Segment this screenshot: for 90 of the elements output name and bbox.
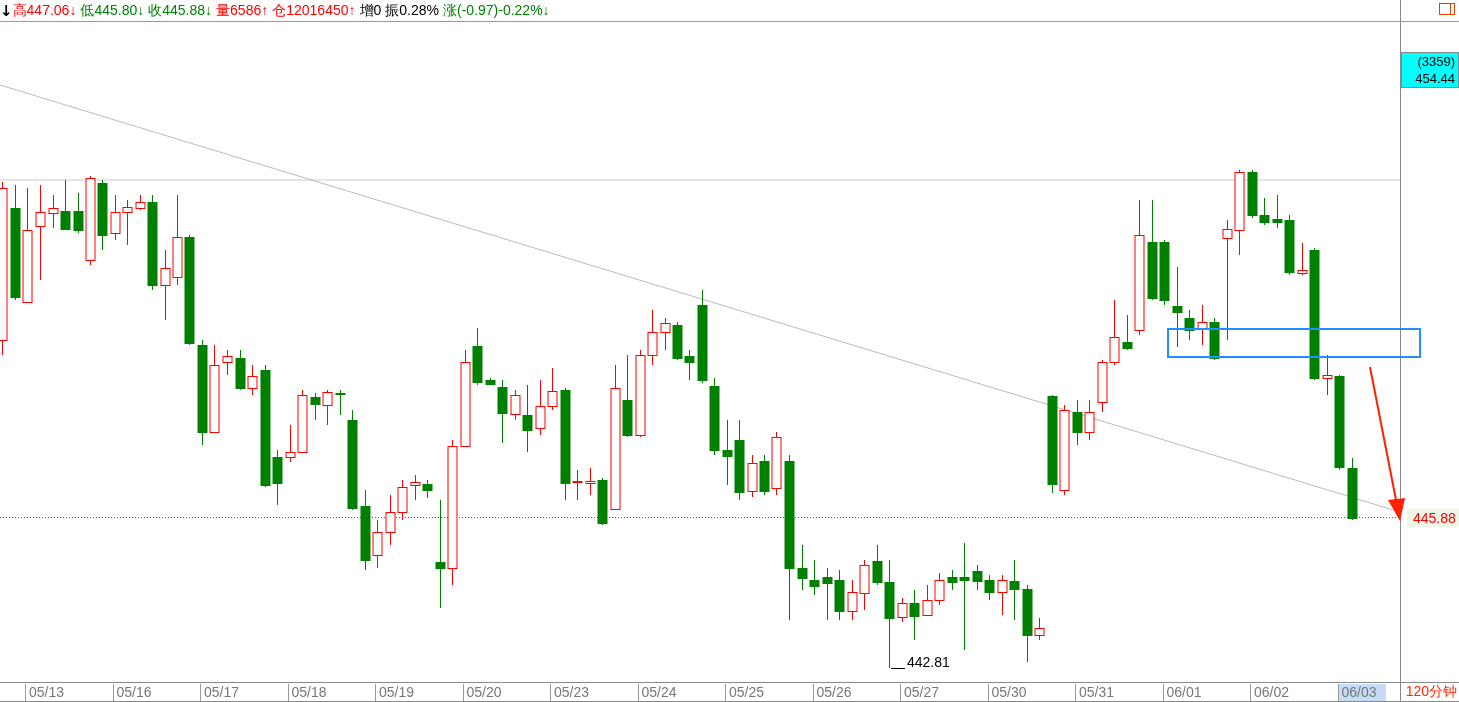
- date-label: 05/24: [637, 683, 677, 701]
- window-icon[interactable]: [1439, 3, 1455, 15]
- falling-candlestick: [597, 477, 608, 526]
- falling-candlestick: [722, 419, 733, 486]
- falling-candlestick: [909, 589, 920, 641]
- rising-candlestick: [1197, 304, 1208, 346]
- falling-candlestick: [97, 179, 108, 251]
- falling-candlestick: [759, 454, 770, 496]
- rising-candlestick: [934, 572, 945, 606]
- rising-candlestick: [859, 559, 870, 611]
- quote-value: 增0: [359, 1, 382, 20]
- rising-candlestick: [897, 597, 908, 623]
- rising-candlestick: [585, 467, 596, 496]
- falling-candlestick: [60, 179, 71, 231]
- date-label: 05/13: [25, 683, 65, 701]
- rising-candlestick: [385, 494, 396, 546]
- low-price-label: 442.81: [907, 654, 950, 670]
- rising-candlestick: [135, 194, 146, 211]
- falling-candlestick: [1009, 559, 1020, 621]
- cursor-value: (3359): [1416, 53, 1455, 70]
- rising-candlestick: [160, 249, 171, 321]
- quote-value: 高447.06↓: [12, 1, 77, 20]
- rising-candlestick: [922, 584, 933, 616]
- date-label: 05/18: [287, 683, 327, 701]
- rising-candlestick: [1297, 242, 1308, 276]
- rising-candlestick: [1097, 359, 1108, 413]
- falling-candlestick: [1122, 314, 1133, 351]
- falling-candlestick: [822, 567, 833, 621]
- rising-candlestick: [372, 519, 383, 569]
- rising-candlestick: [247, 364, 258, 396]
- falling-candlestick: [235, 349, 246, 391]
- date-label: 05/25: [725, 683, 765, 701]
- quote-value: 收445.88↓: [148, 1, 213, 20]
- rising-candlestick: [847, 579, 858, 621]
- rising-candlestick: [660, 317, 671, 351]
- falling-candlestick: [472, 327, 483, 386]
- date-label: 05/16: [112, 683, 152, 701]
- falling-candlestick: [984, 574, 995, 601]
- period-label[interactable]: 120分钟: [1400, 682, 1459, 702]
- rising-candlestick: [48, 194, 59, 229]
- cursor-value: 454.44: [1414, 70, 1455, 87]
- rising-candlestick: [397, 479, 408, 521]
- rising-candlestick: [110, 194, 121, 241]
- rising-candlestick: [997, 574, 1008, 616]
- rising-candlestick: [510, 389, 521, 421]
- falling-candlestick: [1072, 399, 1083, 446]
- rising-candlestick: [1084, 399, 1095, 441]
- quote-value: 低445.80↓: [80, 1, 145, 20]
- falling-candlestick: [797, 544, 808, 591]
- rising-candlestick: [547, 367, 558, 411]
- falling-candlestick: [522, 384, 533, 453]
- rising-candlestick: [222, 349, 233, 376]
- leader-line: [890, 668, 906, 669]
- quote-value: 振0.28%: [385, 1, 439, 20]
- rising-candlestick: [747, 454, 758, 498]
- falling-candlestick: [422, 479, 433, 499]
- date-label: 05/19: [375, 683, 415, 701]
- falling-candlestick: [1209, 317, 1220, 361]
- falling-candlestick: [310, 392, 321, 421]
- quote-value: 仓12016450↑: [272, 1, 356, 20]
- date-label: 05/27: [900, 683, 940, 701]
- rising-candlestick: [1322, 354, 1333, 396]
- date-label: 05/20: [462, 683, 502, 701]
- falling-candlestick: [972, 564, 983, 591]
- rising-candlestick: [122, 199, 133, 246]
- rising-candlestick: [535, 379, 546, 436]
- last-price-label: 445.88: [1407, 509, 1459, 527]
- rising-candlestick: [1034, 617, 1045, 641]
- quote-value: ↓: [0, 1, 13, 20]
- date-label: 05/30: [987, 683, 1027, 701]
- falling-candlestick: [834, 569, 845, 621]
- falling-candlestick: [684, 349, 695, 381]
- date-label: 06/02: [1250, 683, 1290, 701]
- date-label: 05/17: [200, 683, 240, 701]
- rising-candlestick: [771, 431, 782, 496]
- date-label: 06/03: [1337, 683, 1386, 701]
- falling-candlestick: [672, 321, 683, 361]
- rising-candlestick: [410, 474, 421, 501]
- date-label: 05/23: [550, 683, 590, 701]
- date-label: 06/01: [1162, 683, 1202, 701]
- date-label: 05/26: [812, 683, 852, 701]
- rising-candlestick: [572, 469, 583, 501]
- quote-value: 涨(-0.97)-0.22%↓: [443, 1, 550, 20]
- rising-candlestick: [322, 389, 333, 426]
- falling-candlestick: [73, 192, 84, 234]
- quote-value: 量6586↑: [216, 1, 269, 20]
- falling-candlestick: [1347, 457, 1358, 521]
- falling-candlestick: [809, 559, 820, 596]
- date-label: 05/31: [1075, 683, 1115, 701]
- rising-candlestick: [1109, 299, 1120, 366]
